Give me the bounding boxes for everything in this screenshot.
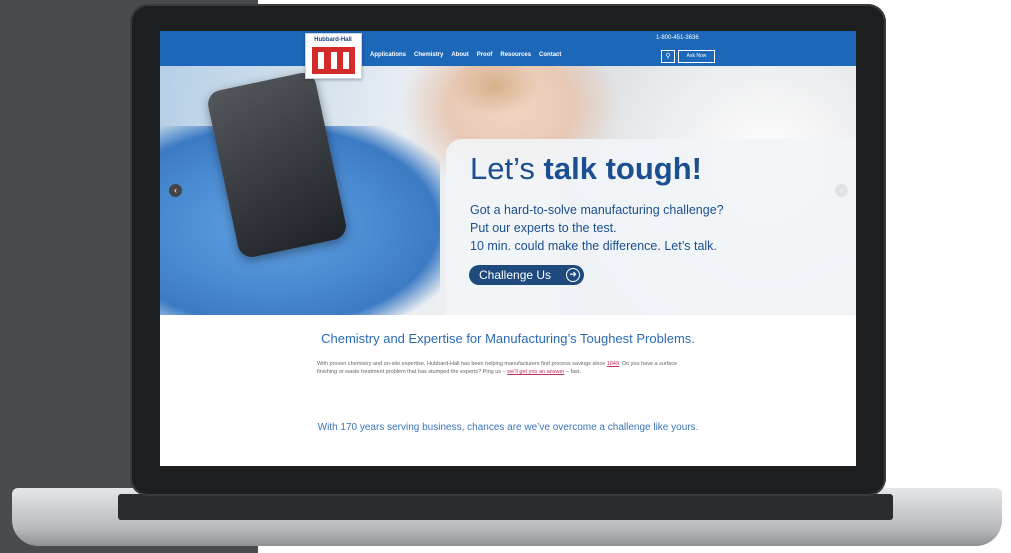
hero-line-2: Put our experts to the test. — [470, 221, 617, 235]
hero-caption: Let’s talk tough! Got a hard-to-solve ma… — [446, 139, 856, 315]
hubbard-hall-logo[interactable]: Hubbard-Hall — [305, 33, 362, 79]
hero-line-1: Got a hard-to-solve manufacturing challe… — [470, 203, 724, 217]
intro-body: With proven chemistry and on-site expert… — [317, 360, 697, 376]
nav-item-resources[interactable]: Resources — [500, 52, 531, 58]
hero-title-prefix: Let’s — [470, 151, 544, 186]
hero-title: Let’s talk tough! — [470, 151, 702, 187]
laptop-keyboard — [118, 494, 893, 520]
link-1849[interactable]: 1849 — [607, 361, 619, 367]
intro-body-part-1: With proven chemistry and on-site expert… — [317, 361, 607, 367]
hero-text: Got a hard-to-solve manufacturing challe… — [470, 201, 770, 255]
hero-title-bold: talk tough! — [543, 151, 702, 186]
ask-now-button[interactable]: Ask Now — [678, 50, 715, 63]
intro-headline: Chemistry and Expertise for Manufacturin… — [321, 331, 695, 346]
hair-image — [450, 66, 540, 116]
nav-item-proof[interactable]: Proof — [477, 52, 493, 58]
nav-item-chemistry[interactable]: Chemistry — [414, 52, 443, 58]
logo-mark-icon — [312, 47, 355, 74]
challenge-us-label: Challenge Us — [479, 268, 552, 282]
search-icon[interactable]: ⚲ — [661, 50, 675, 63]
intro-body-part-3: – fast. — [564, 369, 581, 375]
arrow-right-circle-icon: ➜ — [566, 268, 580, 282]
hero-slider: ‹ › Let’s talk tough! Got a hard-to-solv… — [160, 66, 856, 315]
nav-item-applications[interactable]: Applications — [370, 52, 406, 58]
intro-subhead: With 170 years serving business, chances… — [317, 422, 699, 433]
hero-line-3: 10 min. could make the difference. Let’s… — [470, 239, 717, 253]
link-get-answer[interactable]: we’ll get you an answer — [507, 369, 564, 375]
logo-text: Hubbard-Hall — [314, 37, 352, 43]
site-header: 1-800-451-3636 Applications Chemistry Ab… — [160, 31, 856, 66]
intro-section: Chemistry and Expertise for Manufacturin… — [160, 315, 856, 466]
slider-prev-arrow-icon[interactable]: ‹ — [169, 184, 182, 197]
challenge-us-button[interactable]: Challenge Us ➜ — [469, 265, 584, 285]
laptop-screen: 1-800-451-3636 Applications Chemistry Ab… — [160, 31, 856, 466]
main-nav: Applications Chemistry About Proof Resou… — [370, 52, 561, 58]
nav-item-contact[interactable]: Contact — [539, 52, 561, 58]
nav-item-about[interactable]: About — [451, 52, 468, 58]
phone-number[interactable]: 1-800-451-3636 — [656, 35, 699, 41]
